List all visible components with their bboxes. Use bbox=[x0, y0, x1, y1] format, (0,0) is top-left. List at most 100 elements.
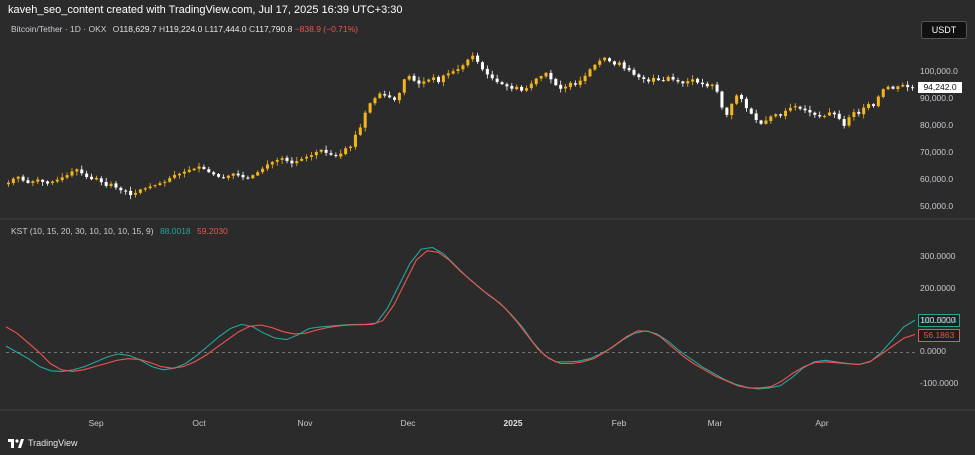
candle bbox=[632, 69, 636, 75]
candle bbox=[744, 98, 748, 109]
candle bbox=[104, 181, 108, 186]
candle bbox=[603, 57, 607, 61]
candle bbox=[906, 84, 910, 88]
candle bbox=[705, 83, 709, 87]
candle bbox=[309, 155, 313, 157]
symbol-label[interactable]: Bitcoin/Tether · 1D · OKX bbox=[11, 24, 106, 34]
kst-signal-value: 59.2030 bbox=[197, 226, 228, 236]
candle bbox=[80, 169, 84, 174]
candle bbox=[823, 115, 827, 117]
candle bbox=[847, 117, 851, 126]
candle bbox=[808, 109, 812, 113]
candle bbox=[862, 107, 866, 115]
candle bbox=[456, 69, 460, 72]
candle bbox=[85, 173, 89, 178]
candle bbox=[11, 178, 15, 184]
candle bbox=[397, 93, 401, 101]
candle bbox=[544, 72, 548, 77]
candle bbox=[666, 76, 670, 82]
change-value: −838.9 (−0.71%) bbox=[294, 24, 359, 34]
ohlc-legend: Bitcoin/Tether · 1D · OKX O118,629.7 H11… bbox=[11, 24, 358, 34]
candle bbox=[163, 181, 167, 183]
kst-line bbox=[5, 246, 916, 390]
kst-label: KST (10, 15, 20, 30, 10, 10, 10, 15, 9) bbox=[11, 226, 154, 236]
candle bbox=[529, 83, 533, 89]
kst-axis-tick: 300.0000 bbox=[920, 251, 956, 262]
time-axis-tick: 2025 bbox=[503, 418, 523, 428]
candle bbox=[339, 153, 343, 157]
candle bbox=[407, 76, 411, 80]
high-value: 119,224.0 bbox=[165, 24, 203, 34]
candle bbox=[720, 91, 724, 108]
candle bbox=[65, 175, 69, 178]
candle bbox=[652, 77, 656, 82]
candle bbox=[143, 188, 147, 190]
candle bbox=[876, 96, 880, 107]
candle bbox=[842, 119, 846, 126]
candle bbox=[554, 78, 558, 86]
candle bbox=[827, 112, 831, 116]
candle bbox=[231, 173, 235, 176]
candle bbox=[710, 84, 714, 86]
candle bbox=[334, 155, 338, 157]
candle bbox=[671, 76, 675, 80]
candle bbox=[871, 104, 875, 106]
candle bbox=[182, 171, 186, 174]
candle bbox=[867, 104, 871, 108]
candle bbox=[280, 158, 284, 160]
candle bbox=[70, 171, 74, 176]
candle bbox=[735, 95, 739, 104]
kst-legend[interactable]: KST (10, 15, 20, 30, 10, 10, 10, 15, 9) … bbox=[11, 226, 228, 236]
candle bbox=[168, 178, 172, 182]
candle bbox=[764, 120, 768, 124]
candle bbox=[803, 108, 807, 111]
candle bbox=[383, 94, 387, 96]
candle bbox=[353, 134, 357, 147]
candle bbox=[221, 177, 225, 179]
candle bbox=[324, 149, 328, 153]
candle bbox=[368, 103, 372, 113]
candle bbox=[461, 65, 465, 70]
price-axis-tick: 50,000.0 bbox=[920, 200, 954, 211]
chart-credit: kaveh_seo_content created with TradingVi… bbox=[8, 4, 403, 16]
candle bbox=[16, 176, 20, 179]
open-value: 118,629.7 bbox=[119, 24, 157, 34]
candle bbox=[241, 174, 245, 178]
candle bbox=[94, 177, 98, 180]
candle bbox=[485, 68, 489, 75]
candle bbox=[911, 87, 915, 89]
kst-axis-tick: 200.0000 bbox=[920, 282, 956, 293]
candle bbox=[725, 107, 729, 115]
candle bbox=[881, 89, 885, 97]
candle bbox=[275, 160, 279, 162]
time-axis-tick: Apr bbox=[815, 418, 829, 428]
candle bbox=[617, 62, 621, 65]
candle bbox=[779, 114, 783, 116]
candle bbox=[422, 81, 426, 84]
candle bbox=[500, 82, 504, 85]
candle bbox=[568, 82, 572, 88]
candle bbox=[578, 80, 582, 85]
currency-button[interactable]: USDT bbox=[921, 21, 967, 39]
candle bbox=[226, 175, 230, 178]
candle bbox=[46, 181, 50, 184]
candle bbox=[265, 164, 269, 169]
candle bbox=[593, 64, 597, 70]
candle bbox=[480, 62, 485, 70]
candle bbox=[715, 84, 719, 92]
candle bbox=[588, 69, 592, 77]
candle bbox=[564, 86, 568, 89]
candle bbox=[133, 192, 138, 195]
time-axis-tick: Mar bbox=[707, 418, 723, 428]
candle bbox=[344, 148, 348, 155]
candle bbox=[559, 84, 563, 89]
price-axis-tick: 100,000.0 bbox=[920, 66, 958, 77]
time-axis-tick: Nov bbox=[297, 418, 313, 428]
candle bbox=[432, 77, 436, 80]
candle bbox=[852, 112, 856, 117]
candle bbox=[31, 181, 35, 183]
candle bbox=[417, 80, 421, 84]
candle bbox=[138, 189, 142, 193]
candle bbox=[295, 161, 299, 164]
tradingview-logo-icon bbox=[8, 438, 24, 448]
